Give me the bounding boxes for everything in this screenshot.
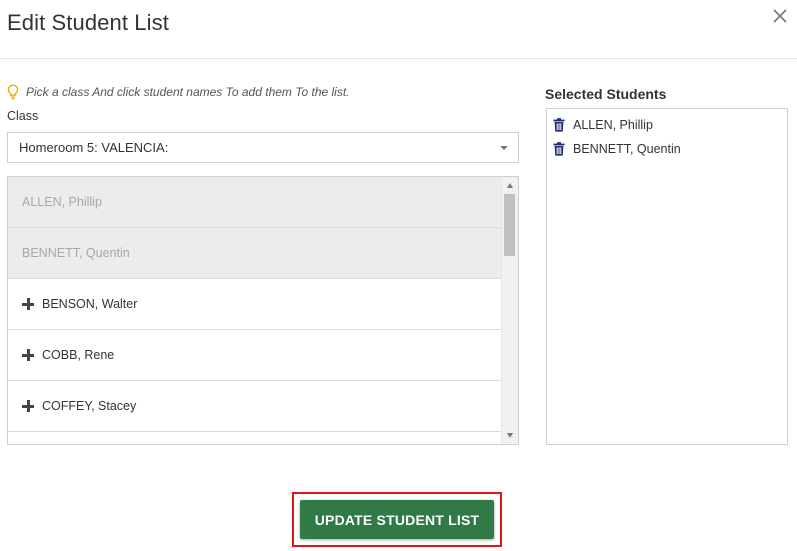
plus-icon [22, 400, 34, 412]
trash-icon[interactable] [553, 118, 565, 132]
modal-title: Edit Student List [7, 10, 169, 35]
scroll-thumb[interactable] [504, 194, 515, 256]
class-label: Class [7, 109, 39, 123]
class-select-value: Homeroom 5: VALENCIA: [19, 140, 169, 155]
plus-icon [22, 298, 34, 310]
class-select[interactable]: Homeroom 5: VALENCIA: [7, 132, 519, 163]
student-row-cobb[interactable]: COBB, Rene [8, 330, 501, 381]
student-row-coffey[interactable]: COFFEY, Stacey [8, 381, 501, 432]
selected-item: ALLEN, Phillip [553, 118, 653, 132]
lightbulb-icon [7, 84, 19, 100]
student-row-allen: ALLEN, Phillip [8, 177, 501, 228]
modal-header: Edit Student List [0, 0, 797, 59]
student-row-partial[interactable] [8, 432, 501, 444]
scroll-up-arrow-icon[interactable] [507, 183, 513, 188]
close-icon[interactable] [770, 6, 790, 26]
student-name: BENNETT, Quentin [22, 246, 130, 260]
selected-student-name: BENNETT, Quentin [573, 142, 681, 156]
student-name: COFFEY, Stacey [42, 399, 137, 413]
trash-icon[interactable] [553, 142, 565, 156]
student-row-bennett: BENNETT, Quentin [8, 228, 501, 279]
student-list: ALLEN, Phillip BENNETT, Quentin BENSON, … [7, 176, 519, 445]
chevron-down-icon [500, 146, 508, 150]
update-student-list-button[interactable]: UPDATE STUDENT LIST [300, 500, 494, 539]
selected-student-name: ALLEN, Phillip [573, 118, 653, 132]
student-name: ALLEN, Phillip [22, 195, 102, 209]
student-row-benson[interactable]: BENSON, Walter [8, 279, 501, 330]
student-name: COBB, Rene [42, 348, 115, 362]
list-scrollbar[interactable] [501, 177, 518, 444]
selected-students-title: Selected Students [545, 86, 667, 102]
student-name: BENSON, Walter [42, 297, 138, 311]
selected-item: BENNETT, Quentin [553, 142, 681, 156]
selected-students-list: ALLEN, Phillip BENNETT, Quentin [546, 108, 788, 445]
hint-text: Pick a class And click student names To … [26, 85, 350, 99]
hint: Pick a class And click student names To … [7, 84, 350, 100]
plus-icon [22, 349, 34, 361]
scroll-down-arrow-icon[interactable] [507, 433, 513, 438]
